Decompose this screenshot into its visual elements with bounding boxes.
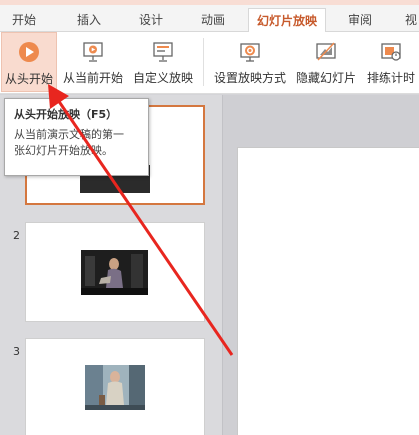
from-beginning-button[interactable]: 从头开始 <box>1 32 57 92</box>
ribbon-tab-bar: 开始 插入 设计 动画 幻灯片放映 审阅 视 <box>0 0 419 33</box>
custom-show-button[interactable]: 自定义放映 <box>130 32 196 92</box>
ribbon-toolbar: 从头开始 从当前开始 自定义放映 设置放映方式 隐藏幻灯片 排练计时 <box>0 32 419 94</box>
hide-slide-label: 隐藏幻灯片 <box>295 71 356 85</box>
rehearse-timings-icon <box>379 40 403 67</box>
tab-view[interactable]: 视 <box>400 8 419 33</box>
from-beginning-label: 从头开始 <box>4 72 53 86</box>
from-current-button[interactable]: 从当前开始 <box>60 32 126 92</box>
slide-number: 3 <box>13 345 20 358</box>
slide-image <box>85 365 145 410</box>
custom-show-icon <box>151 40 175 67</box>
play-from-current-icon <box>81 40 105 67</box>
tab-insert[interactable]: 插入 <box>66 8 112 33</box>
slide-thumbnail-3[interactable] <box>25 338 205 435</box>
hide-slide-button[interactable]: 隐藏幻灯片 <box>293 32 359 92</box>
tooltip-line-1: 从当前演示文稿的第一 <box>14 128 124 141</box>
play-from-start-icon <box>18 41 40 66</box>
custom-show-label: 自定义放映 <box>132 71 193 85</box>
setup-show-gear-icon <box>238 40 262 67</box>
setup-show-button[interactable]: 设置放映方式 <box>210 32 290 92</box>
rehearse-timings-label: 排练计时 <box>366 71 415 85</box>
slide-image <box>81 250 148 295</box>
tooltip-line-2: 张幻灯片开始放映。 <box>14 144 113 157</box>
ribbon-group-divider <box>203 38 204 86</box>
hide-slide-icon <box>314 40 338 67</box>
setup-show-label: 设置放映方式 <box>213 71 286 85</box>
tooltip-title: 从头开始放映（F5） <box>14 108 118 121</box>
slide-thumbnail-2[interactable] <box>25 222 205 322</box>
slide-number: 2 <box>13 229 20 242</box>
from-beginning-tooltip: 从头开始放映（F5） 从当前演示文稿的第一 张幻灯片开始放映。 <box>4 98 149 176</box>
tab-home[interactable]: 开始 <box>4 8 44 33</box>
tab-bar-accent-strip <box>0 0 419 5</box>
slide-canvas[interactable] <box>237 147 419 435</box>
tab-animation[interactable]: 动画 <box>190 8 236 33</box>
from-current-label: 从当前开始 <box>62 71 123 85</box>
tab-slide-show[interactable]: 幻灯片放映 <box>248 8 326 33</box>
tab-review[interactable]: 审阅 <box>337 8 383 33</box>
slide-editor-area <box>222 95 419 435</box>
rehearse-timings-button[interactable]: 排练计时 <box>362 32 419 92</box>
tab-design[interactable]: 设计 <box>128 8 174 33</box>
